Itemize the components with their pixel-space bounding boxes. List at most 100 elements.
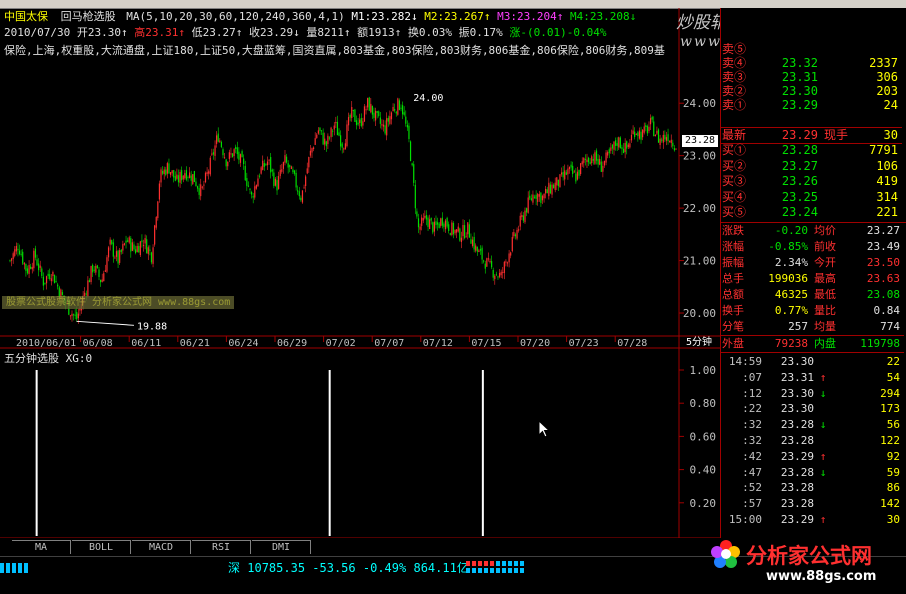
index-quote[interactable]: 深 10785.35 -53.56 -0.49% 864.11亿	[228, 560, 469, 576]
candle-body	[69, 315, 72, 317]
candle-body	[308, 156, 310, 168]
candle-body	[583, 157, 585, 163]
buy-order-row[interactable]: 买③ 23.26 419	[720, 174, 902, 189]
candle-body	[131, 242, 133, 251]
candle-body	[300, 197, 302, 201]
candle-body	[408, 125, 410, 140]
candle-body	[93, 269, 95, 271]
buy-order-row[interactable]: 买① 23.28 7791	[720, 143, 902, 158]
candle-body	[34, 248, 37, 258]
candle-body	[324, 138, 326, 145]
order-label: 买⑤	[722, 205, 747, 219]
candle-body	[155, 216, 157, 228]
candle-body	[33, 250, 35, 269]
watermark-overlay: 股票公式股票软件 分析家公式网 www.88gs.com	[2, 296, 235, 309]
candle-body	[537, 193, 539, 202]
candle-body	[419, 226, 421, 230]
candle-body	[483, 260, 485, 262]
candle-body	[111, 240, 113, 244]
candle-body	[184, 173, 186, 179]
tick-price: 23.28	[780, 434, 814, 447]
candle-body	[578, 169, 580, 176]
sell-order-row[interactable]: 卖② 23.30 203	[720, 84, 902, 99]
candle-body	[22, 251, 24, 264]
stock-name[interactable]: 中国太保	[4, 10, 48, 23]
candle-body	[123, 243, 126, 245]
candle-body	[254, 186, 256, 198]
candle-body	[413, 164, 415, 183]
tab-macd[interactable]: MACD	[132, 540, 191, 554]
stat-value: 46325	[774, 288, 808, 301]
candle-body	[179, 171, 181, 183]
order-price: 23.25	[781, 189, 818, 204]
order-volume: 314	[876, 189, 898, 204]
tab-dmi[interactable]: DMI	[252, 540, 311, 554]
candle-body	[100, 279, 102, 283]
tab-ma[interactable]: MA	[12, 540, 71, 554]
tab-boll[interactable]: BOLL	[72, 540, 131, 554]
panel-divider	[720, 8, 721, 538]
indicator-tick-label: 0.40	[690, 464, 717, 477]
candle-body	[427, 217, 429, 227]
candle-body	[422, 218, 424, 221]
order-price: 23.29	[781, 98, 818, 112]
order-price: 23.27	[781, 158, 818, 173]
candle-body	[562, 172, 564, 178]
logo-url: www.88gs.com	[766, 569, 877, 584]
candle-body	[230, 153, 232, 155]
candle-body	[463, 225, 466, 239]
tick-volume: 59	[886, 465, 900, 479]
sell-order-row[interactable]: 卖⑤	[720, 42, 902, 57]
tick-time: :42	[742, 449, 762, 463]
candle-body	[475, 245, 477, 251]
tick-volume: 30	[886, 513, 900, 526]
chart-header-line2: 2010/07/30 开23.30↑ 高23.31↑ 低23.27↑ 收23.2…	[4, 26, 606, 39]
stat-value: 0.77%	[774, 304, 808, 317]
period-label[interactable]: 5分钟	[680, 337, 718, 348]
candle-body	[616, 143, 618, 146]
candle-body	[527, 197, 529, 213]
candle-body	[76, 312, 78, 320]
sell-order-row[interactable]: 卖③ 23.31 306	[720, 70, 902, 85]
candle-body	[387, 117, 389, 122]
chart-header-line1: 中国太保 回马枪选股 MA(5,10,20,30,60,120,240,360,…	[4, 10, 636, 23]
date-tick-label: 07/20	[520, 338, 550, 349]
tab-rsi[interactable]: RSI	[192, 540, 251, 554]
buy-order-row[interactable]: 买② 23.27 106	[720, 159, 902, 174]
main-chart-area[interactable]: 19.88 24.00 24.00 23.00 22.00 21.00 20.00 201…	[0, 8, 720, 538]
price-tick-label: 23.00	[683, 150, 716, 163]
flower-logo-icon	[711, 540, 740, 568]
buy-order-row[interactable]: 买④ 23.25 314	[720, 190, 902, 205]
indicator-tick-label: 0.60	[690, 430, 717, 443]
candle-body	[378, 111, 380, 117]
candle-body	[295, 172, 297, 188]
candle-body	[134, 249, 137, 253]
candle-body	[203, 184, 205, 186]
candle-body	[421, 217, 423, 226]
candle-body	[357, 122, 359, 125]
candle-body	[42, 276, 44, 286]
candle-body	[228, 152, 230, 159]
candle-body	[312, 147, 315, 150]
candlestick-chart[interactable]: 19.88 24.00 24.00 23.00 22.00 21.00 20.00 201…	[0, 8, 720, 538]
candle-body	[584, 158, 586, 160]
sell-order-row[interactable]: 卖④ 23.32 2337	[720, 56, 902, 71]
candle-body	[142, 245, 145, 247]
sell-order-row[interactable]: 卖① 23.29 24	[720, 98, 902, 113]
tick-price: 23.28	[780, 418, 814, 432]
candle-body	[303, 187, 305, 189]
candle-body	[634, 131, 636, 137]
candle-body	[518, 229, 520, 231]
candle-body	[98, 269, 100, 277]
candle-body	[519, 215, 521, 227]
buy-order-row[interactable]: 买⑤ 23.24 221	[720, 205, 902, 220]
candle-body	[545, 189, 547, 194]
candle-body	[580, 163, 582, 174]
candle-body	[589, 161, 591, 165]
stat-value: 774	[880, 320, 900, 333]
candle-body	[109, 239, 111, 245]
candle-body	[346, 124, 348, 147]
tick-row: :52 23.28 86	[720, 480, 904, 496]
candle-body	[665, 137, 668, 141]
bar-low: 低23.27↑	[191, 26, 243, 39]
